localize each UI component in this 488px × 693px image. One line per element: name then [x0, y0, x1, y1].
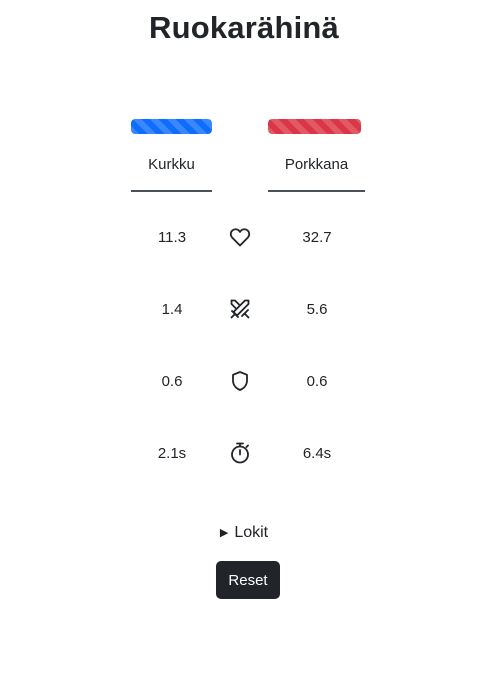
left-defence-value: 0.6	[161, 373, 183, 390]
right-defence-value: 0.6	[306, 373, 328, 390]
left-health-value: 11.3	[157, 229, 187, 246]
page-title: Ruokarähinä	[149, 10, 339, 45]
stopwatch-icon	[228, 441, 252, 465]
right-health-value: 32.7	[302, 229, 332, 246]
crossed-swords-icon	[228, 297, 252, 321]
left-speed-value: 2.1s	[157, 445, 187, 462]
logs-toggle[interactable]: ▶ Lokit	[0, 524, 488, 542]
logs-label: Lokit	[234, 524, 269, 541]
disclosure-triangle-icon: ▶	[219, 527, 229, 539]
right-attack-value: 5.6	[306, 301, 328, 318]
heart-icon	[228, 225, 252, 249]
right-fighter-name: Porkkana	[284, 156, 349, 173]
right-hp-bar	[268, 119, 365, 134]
left-name-underline	[131, 190, 212, 192]
left-attack-value: 1.4	[161, 301, 183, 318]
right-speed-value: 6.4s	[302, 445, 332, 462]
shield-icon	[228, 369, 252, 393]
right-name-underline	[268, 190, 365, 192]
right-hp-fill	[268, 119, 362, 134]
reset-button[interactable]: Reset	[216, 561, 280, 599]
left-hp-fill	[131, 119, 212, 134]
left-fighter-name: Kurkku	[148, 156, 195, 173]
page: Ruokarähinä Kurkku Porkkana 11.3 32.7 1.…	[0, 0, 488, 693]
left-hp-bar	[131, 119, 212, 134]
